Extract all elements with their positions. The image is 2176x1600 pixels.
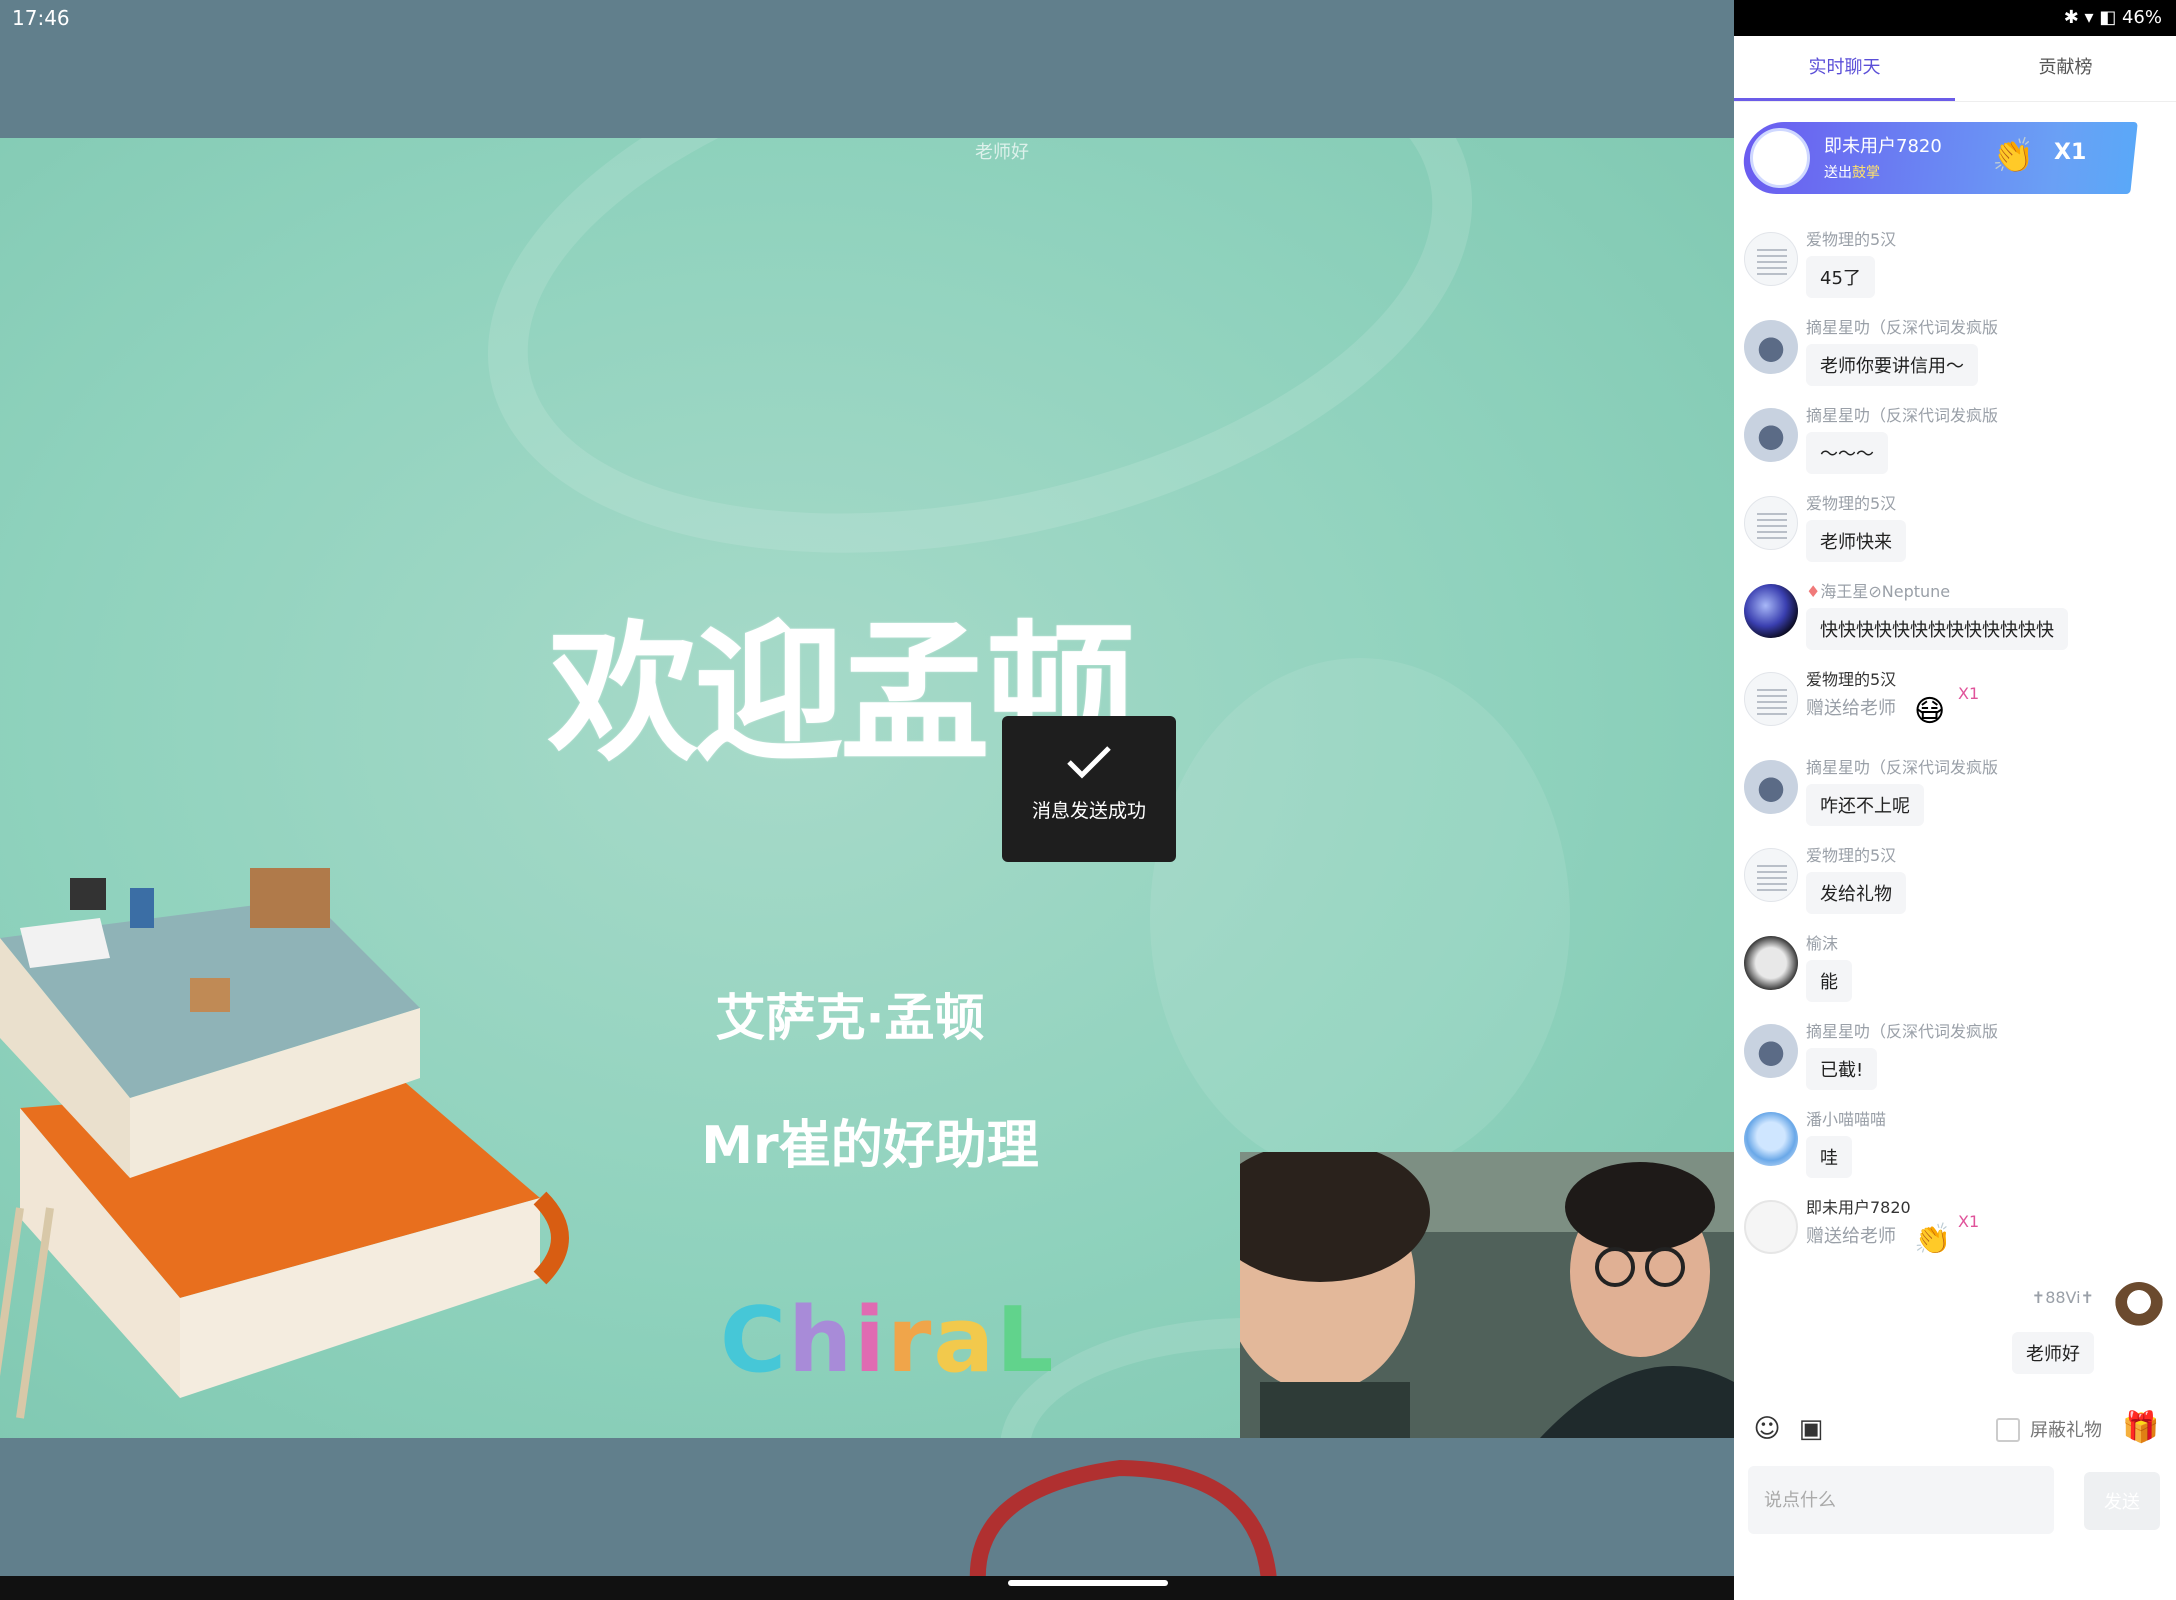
chiral-logo: ChiraL: [720, 1288, 1056, 1393]
send-success-toast: 消息发送成功: [1002, 716, 1176, 862]
clap-icon: 👏: [1992, 136, 2035, 176]
chat-username: 爱物理的5汉: [1806, 846, 1897, 865]
chat-message: 潘小喵喵喵 哇: [1744, 1106, 2164, 1194]
emoji-icon[interactable]: ☺: [1752, 1414, 1782, 1444]
slide-subtitle-2: Mr崔的好助理: [701, 1116, 1039, 1176]
chat-bubble: 已截!: [1806, 1048, 1878, 1090]
own-chat-message: ✝88Vi✝ 老师好: [1864, 1282, 2164, 1382]
gift-count: X1: [1958, 684, 1980, 703]
chat-username: 摘星星叻（反深代词发疯版: [1806, 406, 1999, 425]
chat-input[interactable]: [1748, 1466, 2054, 1534]
chat-message-list[interactable]: 即未用户7820 送出鼓掌 👏 X1 爱物理的5汉 45了 摘星星叻（反深代词发…: [1734, 102, 2176, 1392]
gift-sender-name: 即未用户7820: [1824, 136, 1942, 157]
chat-message: 爱物理的5汉 老师快来: [1744, 490, 2164, 578]
chat-gift-message: 即未用户7820 赠送给老师 👏 X1: [1744, 1194, 2164, 1282]
avatar[interactable]: [1744, 760, 1798, 814]
avatar[interactable]: [1744, 584, 1798, 638]
chat-message: 爱物理的5汉 45了: [1744, 226, 2164, 314]
tab-contribution-rank[interactable]: 贡献榜: [1955, 36, 2176, 101]
chat-message: 爱物理的5汉 发给礼物: [1744, 842, 2164, 930]
chat-bubble: 老师你要讲信用～: [1806, 344, 1978, 386]
avatar[interactable]: [2114, 1282, 2164, 1332]
avatar[interactable]: [1744, 848, 1798, 902]
chat-message: ♦海王星⊘Neptune 快快快快快快快快快快快快快: [1744, 578, 2164, 666]
chat-bubble: 老师快来: [1806, 520, 1906, 562]
chat-username: 爱物理的5汉: [1806, 670, 1897, 689]
diamond-icon: ♦: [1806, 582, 1821, 601]
danmaku-text: 老师好: [975, 142, 1029, 163]
mask-icon: 😷: [1914, 694, 1946, 729]
gift-count: X1: [2054, 140, 2087, 165]
home-gesture-handle[interactable]: [1008, 1580, 1168, 1586]
chat-bubble: 发给礼物: [1806, 872, 1906, 914]
chat-message: 榆沫 能: [1744, 930, 2164, 1018]
avatar[interactable]: [1744, 936, 1798, 990]
slide-subtitle: 艾萨克·孟顿: [715, 989, 985, 1047]
avatar[interactable]: [1744, 408, 1798, 462]
chat-username: 潘小喵喵喵: [1806, 1110, 1887, 1129]
slide-decoration: [436, 138, 1524, 637]
block-gifts-checkbox[interactable]: [1996, 1418, 2020, 1442]
chat-bubble: 快快快快快快快快快快快快快: [1806, 608, 2068, 650]
chat-username: 爱物理的5汉: [1806, 494, 1897, 513]
chat-username: 摘星星叻（反深代词发疯版: [1806, 758, 1999, 777]
book-desk-illustration: [0, 868, 569, 1419]
battery-level: 46%: [2121, 7, 2162, 28]
chat-username: 摘星星叻（反深代词发疯版: [1806, 1022, 1999, 1041]
chat-panel: ✱ ▾ ◧ 46% 实时聊天 贡献榜 即未用户7820 送出鼓掌 👏 X1 爱物…: [1734, 0, 2176, 1600]
chat-username: 爱物理的5汉: [1806, 230, 1897, 249]
chat-username: 摘星星叻（反深代词发疯版: [1806, 318, 1999, 337]
status-icons: ✱ ▾ ◧: [2063, 7, 2122, 28]
avatar[interactable]: [1744, 232, 1798, 286]
check-icon: [1067, 746, 1111, 779]
chat-message: 摘星星叻（反深代词发疯版 老师你要讲信用～: [1744, 314, 2164, 402]
gift-box-icon[interactable]: 🎁: [2122, 1410, 2160, 1448]
live-slide: 老师好 欢迎孟顿 艾萨克·孟顿 Mr崔的好助理 ChiraL: [0, 138, 1734, 1438]
chat-bubble: 老师好: [2012, 1332, 2094, 1374]
chat-bubble: 45了: [1806, 256, 1875, 298]
chat-message: 摘星星叻（反深代词发疯版 已截!: [1744, 1018, 2164, 1106]
tab-live-chat[interactable]: 实时聊天: [1734, 36, 1955, 101]
avatar[interactable]: [1744, 672, 1798, 726]
status-bar-right: ✱ ▾ ◧ 46%: [1734, 0, 2176, 36]
chat-tabs: 实时聊天 贡献榜: [1734, 36, 2176, 102]
gift-text: 赠送给老师: [1806, 1226, 1896, 1247]
toast-text: 消息发送成功: [1031, 800, 1146, 822]
chat-bubble: ～～～: [1806, 432, 1888, 474]
chat-toolbar: ☺ ▣ 屏蔽礼物 🎁: [1734, 1400, 2176, 1460]
chat-username: ♦海王星⊘Neptune: [1806, 582, 1951, 601]
slide-decoration: [1150, 658, 1570, 1178]
avatar[interactable]: [1744, 1024, 1798, 1078]
avatar[interactable]: [1744, 1112, 1798, 1166]
avatar[interactable]: [1744, 1200, 1798, 1254]
block-gifts-label: 屏蔽礼物: [2030, 1420, 2102, 1441]
chat-username: ✝88Vi✝: [2031, 1288, 2094, 1307]
avatar: [1750, 128, 1810, 188]
chat-username: 榆沫: [1806, 934, 1839, 953]
avatar[interactable]: [1744, 496, 1798, 550]
send-button[interactable]: 发送: [2084, 1472, 2160, 1530]
chat-bubble: 咋还不上呢: [1806, 784, 1924, 826]
gift-action: 送出鼓掌: [1824, 165, 1880, 181]
gift-count: X1: [1958, 1212, 1980, 1231]
chat-bubble: 能: [1806, 960, 1852, 1002]
image-icon[interactable]: ▣: [1796, 1414, 1826, 1444]
chat-message: 摘星星叻（反深代词发疯版 咋还不上呢: [1744, 754, 2164, 842]
chat-gift-message: 爱物理的5汉 赠送给老师 😷 X1: [1744, 666, 2164, 754]
chat-username: 即未用户7820: [1806, 1198, 1911, 1217]
gift-banner: 即未用户7820 送出鼓掌 👏 X1: [1740, 122, 2138, 194]
gift-text: 赠送给老师: [1806, 698, 1896, 719]
chat-message: 摘星星叻（反深代词发疯版 ～～～: [1744, 402, 2164, 490]
chat-bubble: 哇: [1806, 1136, 1852, 1178]
status-time: 17:46: [12, 6, 70, 30]
navigation-bar: [0, 1576, 1734, 1600]
chat-input-row: 发送: [1734, 1462, 2176, 1542]
avatar[interactable]: [1744, 320, 1798, 374]
clap-icon: 👏: [1914, 1222, 1952, 1257]
teacher-webcam: [1240, 1152, 1734, 1438]
